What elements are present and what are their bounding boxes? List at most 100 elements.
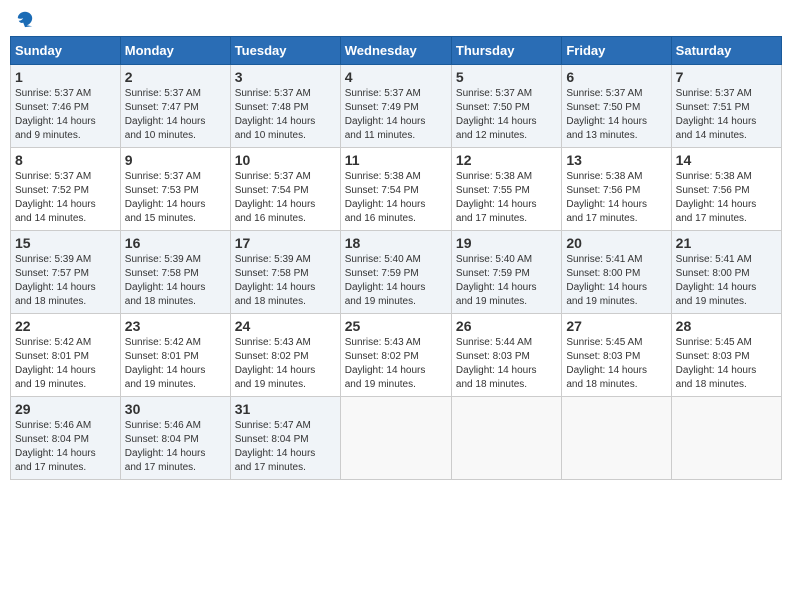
calendar-cell: 7 Sunrise: 5:37 AMSunset: 7:51 PMDaylight… xyxy=(671,65,781,148)
day-info: Sunrise: 5:41 AMSunset: 8:00 PMDaylight:… xyxy=(676,253,777,309)
day-info: Sunrise: 5:37 AMSunset: 7:48 PMDaylight:… xyxy=(235,87,336,143)
calendar-cell: 10Sunrise: 5:37 AMSunset: 7:54 PMDayligh… xyxy=(230,148,340,231)
day-number: 5 xyxy=(456,69,557,85)
day-info: Sunrise: 5:39 AMSunset: 7:57 PMDaylight:… xyxy=(15,253,116,309)
calendar-cell: 23 Sunrise: 5:42 AMSunset: 8:01 PMDayligh… xyxy=(120,314,230,397)
day-number: 14 xyxy=(676,152,777,168)
day-info: Sunrise: 5:42 AMSunset: 8:01 PMDaylight:… xyxy=(15,336,116,392)
day-number: 29 xyxy=(15,401,116,417)
day-number: 25 xyxy=(345,318,447,334)
calendar-cell: 15 Sunrise: 5:39 AMSunset: 7:57 PMDayligh… xyxy=(11,231,121,314)
calendar-cell: 21 Sunrise: 5:41 AMSunset: 8:00 PMDayligh… xyxy=(671,231,781,314)
calendar-cell: 2 Sunrise: 5:37 AMSunset: 7:47 PMDaylight… xyxy=(120,65,230,148)
calendar-cell xyxy=(671,397,781,480)
calendar-cell: 11 Sunrise: 5:38 AMSunset: 7:54 PMDayligh… xyxy=(340,148,451,231)
day-number: 19 xyxy=(456,235,557,251)
day-number: 24 xyxy=(235,318,336,334)
calendar-week-row: 22 Sunrise: 5:42 AMSunset: 8:01 PMDayligh… xyxy=(11,314,782,397)
calendar-cell: 24Sunrise: 5:43 AMSunset: 8:02 PMDayligh… xyxy=(230,314,340,397)
day-info: Sunrise: 5:38 AMSunset: 7:56 PMDaylight:… xyxy=(676,170,777,226)
day-number: 27 xyxy=(566,318,666,334)
day-info: Sunrise: 5:37 AMSunset: 7:53 PMDaylight:… xyxy=(125,170,226,226)
calendar-week-row: 29 Sunrise: 5:46 AMSunset: 8:04 PMDayligh… xyxy=(11,397,782,480)
calendar-cell: 30Sunrise: 5:46 AMSunset: 8:04 PMDayligh… xyxy=(120,397,230,480)
calendar-cell: 1 Sunrise: 5:37 AMSunset: 7:46 PMDaylight… xyxy=(11,65,121,148)
calendar-table: SundayMondayTuesdayWednesdayThursdayFrid… xyxy=(10,36,782,480)
day-info: Sunrise: 5:38 AMSunset: 7:56 PMDaylight:… xyxy=(566,170,666,226)
day-number: 8 xyxy=(15,152,116,168)
calendar-cell xyxy=(451,397,561,480)
day-number: 9 xyxy=(125,152,226,168)
day-info: Sunrise: 5:45 AMSunset: 8:03 PMDaylight:… xyxy=(566,336,666,392)
day-info: Sunrise: 5:39 AMSunset: 7:58 PMDaylight:… xyxy=(125,253,226,309)
day-info: Sunrise: 5:45 AMSunset: 8:03 PMDaylight:… xyxy=(676,336,777,392)
calendar-cell xyxy=(562,397,671,480)
day-number: 4 xyxy=(345,69,447,85)
day-info: Sunrise: 5:37 AMSunset: 7:50 PMDaylight:… xyxy=(456,87,557,143)
day-info: Sunrise: 5:41 AMSunset: 8:00 PMDaylight:… xyxy=(566,253,666,309)
day-info: Sunrise: 5:46 AMSunset: 8:04 PMDaylight:… xyxy=(15,419,116,475)
day-number: 17 xyxy=(235,235,336,251)
calendar-cell: 12Sunrise: 5:38 AMSunset: 7:55 PMDayligh… xyxy=(451,148,561,231)
calendar-cell: 28 Sunrise: 5:45 AMSunset: 8:03 PMDayligh… xyxy=(671,314,781,397)
day-info: Sunrise: 5:44 AMSunset: 8:03 PMDaylight:… xyxy=(456,336,557,392)
day-info: Sunrise: 5:37 AMSunset: 7:46 PMDaylight:… xyxy=(15,87,116,143)
day-number: 13 xyxy=(566,152,666,168)
day-number: 31 xyxy=(235,401,336,417)
day-number: 15 xyxy=(15,235,116,251)
day-info: Sunrise: 5:43 AMSunset: 8:02 PMDaylight:… xyxy=(345,336,447,392)
calendar-cell: 16 Sunrise: 5:39 AMSunset: 7:58 PMDayligh… xyxy=(120,231,230,314)
day-header-friday: Friday xyxy=(562,37,671,65)
day-info: Sunrise: 5:37 AMSunset: 7:52 PMDaylight:… xyxy=(15,170,116,226)
day-info: Sunrise: 5:37 AMSunset: 7:54 PMDaylight:… xyxy=(235,170,336,226)
day-header-tuesday: Tuesday xyxy=(230,37,340,65)
calendar-cell: 17 Sunrise: 5:39 AMSunset: 7:58 PMDayligh… xyxy=(230,231,340,314)
day-number: 1 xyxy=(15,69,116,85)
calendar-cell: 29 Sunrise: 5:46 AMSunset: 8:04 PMDayligh… xyxy=(11,397,121,480)
day-number: 18 xyxy=(345,235,447,251)
day-header-monday: Monday xyxy=(120,37,230,65)
logo xyxy=(14,10,34,28)
calendar-cell: 3 Sunrise: 5:37 AMSunset: 7:48 PMDaylight… xyxy=(230,65,340,148)
calendar-cell xyxy=(340,397,451,480)
calendar-cell: 20 Sunrise: 5:41 AMSunset: 8:00 PMDayligh… xyxy=(562,231,671,314)
day-info: Sunrise: 5:37 AMSunset: 7:49 PMDaylight:… xyxy=(345,87,447,143)
day-info: Sunrise: 5:37 AMSunset: 7:51 PMDaylight:… xyxy=(676,87,777,143)
day-number: 16 xyxy=(125,235,226,251)
day-info: Sunrise: 5:40 AMSunset: 7:59 PMDaylight:… xyxy=(345,253,447,309)
day-number: 11 xyxy=(345,152,447,168)
calendar-week-row: 1 Sunrise: 5:37 AMSunset: 7:46 PMDaylight… xyxy=(11,65,782,148)
day-number: 20 xyxy=(566,235,666,251)
calendar-week-row: 8 Sunrise: 5:37 AMSunset: 7:52 PMDaylight… xyxy=(11,148,782,231)
calendar-cell: 14 Sunrise: 5:38 AMSunset: 7:56 PMDayligh… xyxy=(671,148,781,231)
logo-bird-icon xyxy=(16,10,34,28)
day-number: 2 xyxy=(125,69,226,85)
day-number: 3 xyxy=(235,69,336,85)
calendar-header-row: SundayMondayTuesdayWednesdayThursdayFrid… xyxy=(11,37,782,65)
calendar-cell: 18 Sunrise: 5:40 AMSunset: 7:59 PMDayligh… xyxy=(340,231,451,314)
calendar-cell: 5 Sunrise: 5:37 AMSunset: 7:50 PMDaylight… xyxy=(451,65,561,148)
calendar-cell: 4 Sunrise: 5:37 AMSunset: 7:49 PMDaylight… xyxy=(340,65,451,148)
day-info: Sunrise: 5:42 AMSunset: 8:01 PMDaylight:… xyxy=(125,336,226,392)
header xyxy=(10,10,782,28)
calendar-cell: 19Sunrise: 5:40 AMSunset: 7:59 PMDayligh… xyxy=(451,231,561,314)
day-number: 23 xyxy=(125,318,226,334)
calendar-cell: 31 Sunrise: 5:47 AMSunset: 8:04 PMDayligh… xyxy=(230,397,340,480)
calendar-cell: 22 Sunrise: 5:42 AMSunset: 8:01 PMDayligh… xyxy=(11,314,121,397)
day-info: Sunrise: 5:47 AMSunset: 8:04 PMDaylight:… xyxy=(235,419,336,475)
day-number: 28 xyxy=(676,318,777,334)
day-number: 6 xyxy=(566,69,666,85)
day-number: 7 xyxy=(676,69,777,85)
day-header-sunday: Sunday xyxy=(11,37,121,65)
day-info: Sunrise: 5:39 AMSunset: 7:58 PMDaylight:… xyxy=(235,253,336,309)
day-number: 22 xyxy=(15,318,116,334)
calendar-cell: 26Sunrise: 5:44 AMSunset: 8:03 PMDayligh… xyxy=(451,314,561,397)
day-header-wednesday: Wednesday xyxy=(340,37,451,65)
day-info: Sunrise: 5:38 AMSunset: 7:54 PMDaylight:… xyxy=(345,170,447,226)
day-info: Sunrise: 5:37 AMSunset: 7:47 PMDaylight:… xyxy=(125,87,226,143)
day-number: 30 xyxy=(125,401,226,417)
calendar-cell: 8 Sunrise: 5:37 AMSunset: 7:52 PMDaylight… xyxy=(11,148,121,231)
calendar-cell: 13 Sunrise: 5:38 AMSunset: 7:56 PMDayligh… xyxy=(562,148,671,231)
day-number: 21 xyxy=(676,235,777,251)
day-header-thursday: Thursday xyxy=(451,37,561,65)
